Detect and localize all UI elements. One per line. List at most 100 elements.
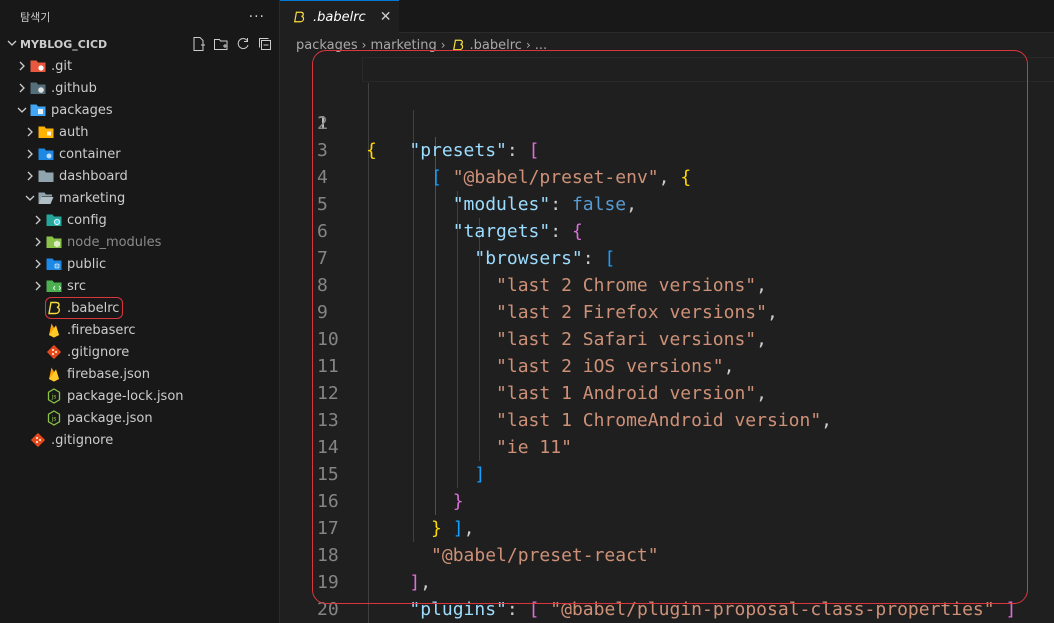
babel-file-icon bbox=[452, 38, 464, 52]
folder-icon bbox=[38, 146, 54, 162]
tree-item-gitignore[interactable]: .gitignore bbox=[0, 341, 279, 363]
tree-item-firebase-json[interactable]: firebase.json bbox=[0, 363, 279, 385]
packages-folder-icon bbox=[30, 102, 46, 118]
chevron-right-icon bbox=[30, 215, 46, 225]
code-line-16: 16 } ], bbox=[280, 461, 1040, 539]
line-number: 20 bbox=[317, 599, 339, 620]
tree-item-marketing[interactable]: marketing bbox=[0, 187, 279, 209]
tree-item-src[interactable]: src bbox=[0, 275, 279, 297]
code-line-20: 20 } bbox=[280, 569, 1040, 620]
tree-item-git[interactable]: .git bbox=[0, 55, 279, 77]
chevron-right-icon bbox=[30, 237, 46, 247]
chevron-right-icon: › bbox=[361, 38, 367, 52]
folder-icon bbox=[38, 124, 54, 140]
tree-item-label: package-lock.json bbox=[67, 388, 184, 404]
chevron-down-icon bbox=[22, 194, 38, 202]
more-actions-icon[interactable]: ··· bbox=[249, 9, 265, 25]
code-line-12: 12 "last 1 ChromeAndroid version", bbox=[280, 353, 1040, 431]
breadcrumb: packages › marketing › .babelrc › ... bbox=[296, 35, 547, 55]
tree-item-label: .github bbox=[51, 80, 97, 96]
tree-item-label: public bbox=[67, 256, 107, 272]
firebase-file-icon bbox=[46, 366, 62, 382]
folder-open-icon bbox=[38, 190, 54, 206]
tree-item-label: auth bbox=[59, 124, 89, 140]
tree-item-label: .gitignore bbox=[51, 432, 114, 448]
tree-item-label: src bbox=[67, 278, 86, 294]
tree-item-label: marketing bbox=[59, 190, 126, 206]
file-tree: .git .github packages auth container das… bbox=[0, 55, 279, 451]
chevron-right-icon bbox=[14, 83, 30, 93]
code-line-15: 15 } bbox=[280, 434, 1040, 512]
tree-item-container[interactable]: container bbox=[0, 143, 279, 165]
breadcrumb-symbols[interactable]: ... bbox=[535, 38, 547, 53]
tree-item-package-json[interactable]: js package.json bbox=[0, 407, 279, 429]
chevron-right-icon: › bbox=[440, 38, 446, 52]
code-line-3: 3 [ "@babel/preset-env", { bbox=[280, 110, 1040, 188]
plugin-string: "@babel/plugin-proposal-class-properties… bbox=[550, 599, 995, 620]
code-editor[interactable]: 1 { 2 "presets": [ 3 [ "@babel/preset-en… bbox=[280, 56, 1054, 623]
git-file-icon bbox=[46, 344, 62, 360]
code-line-2: 2 "presets": [ bbox=[280, 83, 1040, 161]
explorer-actions bbox=[191, 36, 273, 52]
tree-item-babelrc[interactable]: .babelrc bbox=[0, 297, 279, 319]
close-icon[interactable]: ✕ bbox=[380, 9, 392, 25]
git-folder-icon bbox=[30, 58, 46, 74]
public-folder-icon bbox=[46, 256, 62, 272]
svg-text:js: js bbox=[51, 416, 57, 423]
tree-item-label: dashboard bbox=[59, 168, 128, 184]
git-file-icon bbox=[30, 432, 46, 448]
code-line-9: 9 "last 2 Safari versions", bbox=[280, 272, 1040, 350]
tree-item-auth[interactable]: auth bbox=[0, 121, 279, 143]
workspace-section-header[interactable]: MYBLOG_CICD bbox=[0, 33, 279, 55]
node-file-icon: js bbox=[46, 410, 62, 426]
tree-item-node-modules[interactable]: node_modules bbox=[0, 231, 279, 253]
chevron-right-icon bbox=[22, 127, 38, 137]
tree-item-label: .firebaserc bbox=[67, 322, 136, 338]
code-line-8: 8 "last 2 Firefox versions", bbox=[280, 245, 1040, 323]
code-line-17: 17 "@babel/preset-react" bbox=[280, 488, 1040, 566]
tree-item-label: .gitignore bbox=[67, 344, 130, 360]
code-line-1: 1 { bbox=[280, 56, 1054, 161]
tree-item-root-gitignore[interactable]: .gitignore bbox=[0, 429, 279, 451]
code-line-10: 10 "last 2 iOS versions", bbox=[280, 299, 1040, 377]
explorer-header: 탐색기 ··· bbox=[0, 0, 279, 33]
current-line-highlight bbox=[362, 57, 1054, 82]
code-line-7: 7 "last 2 Chrome versions", bbox=[280, 218, 1040, 296]
chevron-down-icon bbox=[4, 38, 20, 51]
chevron-right-icon bbox=[14, 61, 30, 71]
tree-item-dashboard[interactable]: dashboard bbox=[0, 165, 279, 187]
collapse-all-icon[interactable] bbox=[257, 36, 273, 52]
folder-icon bbox=[38, 168, 54, 184]
tab-babelrc[interactable]: .babelrc ✕ bbox=[280, 0, 399, 33]
tree-item-config[interactable]: config bbox=[0, 209, 279, 231]
chevron-down-icon bbox=[14, 106, 30, 114]
new-file-icon[interactable] bbox=[191, 36, 207, 52]
tree-item-label: .babelrc bbox=[67, 300, 120, 316]
tree-item-github[interactable]: .github bbox=[0, 77, 279, 99]
editor-tab-bar: .babelrc ✕ bbox=[280, 0, 1054, 33]
tree-item-packages[interactable]: packages bbox=[0, 99, 279, 121]
breadcrumb-marketing[interactable]: marketing bbox=[370, 38, 436, 53]
tree-item-label: packages bbox=[51, 102, 113, 118]
svg-text:js: js bbox=[51, 394, 57, 401]
code-line-6: 6 "browsers": [ bbox=[280, 191, 1040, 269]
breadcrumb-packages[interactable]: packages bbox=[296, 38, 358, 53]
code-line-13: 13 "ie 11" bbox=[280, 380, 1040, 458]
babel-file-icon bbox=[46, 300, 62, 316]
tree-item-package-lock-json[interactable]: js package-lock.json bbox=[0, 385, 279, 407]
config-folder-icon bbox=[46, 212, 62, 228]
chevron-right-icon bbox=[30, 281, 46, 291]
tab-label: .babelrc bbox=[313, 9, 366, 25]
tree-item-firebaserc[interactable]: .firebaserc bbox=[0, 319, 279, 341]
plugins-key: "plugins" bbox=[409, 599, 507, 620]
breadcrumb-babelrc[interactable]: .babelrc bbox=[470, 38, 522, 53]
refresh-icon[interactable] bbox=[235, 36, 251, 52]
chevron-right-icon: › bbox=[525, 38, 531, 52]
code-line-14: 14 ] bbox=[280, 407, 1040, 485]
code-line-5: 5 "targets": { bbox=[280, 164, 1040, 242]
tree-item-public[interactable]: public bbox=[0, 253, 279, 275]
code-line-4: 4 "modules": false, bbox=[280, 137, 1040, 215]
new-folder-icon[interactable] bbox=[213, 36, 229, 52]
tree-item-label: .git bbox=[51, 58, 73, 74]
code-line-11: 11 "last 1 Android version", bbox=[280, 326, 1040, 404]
